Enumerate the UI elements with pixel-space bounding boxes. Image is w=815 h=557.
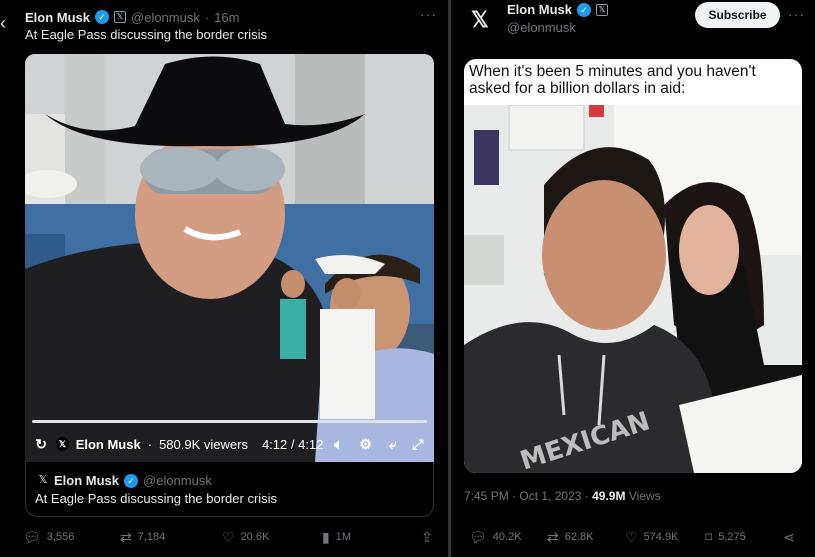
minimize-icon[interactable]: ⤶ (385, 436, 401, 453)
right-tweet-pane: 𝕏 Elon Musk ✓ 𝕏 @elonmusk Subscribe ··· … (451, 0, 815, 557)
x-logo-icon: 𝕏 (596, 3, 609, 16)
tweet-date[interactable]: Oct 1, 2023 (519, 489, 581, 503)
like-count: 574.9K (643, 531, 679, 543)
left-tweet-pane: ‹ Elon Musk ✓ 𝕏 @elonmusk · 16m ··· At E… (0, 0, 448, 557)
views-label: Views (628, 489, 661, 503)
verified-badge-icon: ✓ (95, 10, 110, 24)
tweet-header: Elon Musk ✓ 𝕏 @elonmusk · 16m (25, 9, 240, 25)
separator-dot: · (584, 489, 589, 503)
reply-count: 40.2K (492, 531, 522, 543)
share-icon: ⇪ (421, 528, 433, 545)
video-progress-bar[interactable] (32, 420, 427, 423)
video-time: 4:12 / 4:12 (261, 436, 324, 452)
tweet-header: Elon Musk ✓ 𝕏 (507, 2, 609, 17)
meme-photo: MEXICAN (464, 105, 802, 473)
repost-count: 7,184 (137, 531, 166, 543)
author-handle[interactable]: @elonmusk (507, 20, 576, 35)
verified-badge-icon: ✓ (577, 2, 592, 17)
reply-count: 3,556 (46, 531, 75, 543)
x-logo-icon: 𝕏 (114, 11, 127, 23)
gear-icon[interactable]: ⚙ (358, 436, 374, 453)
verified-badge-icon: ✓ (124, 473, 139, 488)
separator-dot: · (204, 9, 210, 25)
like-count: 20.6K (240, 531, 270, 543)
tweet-text: At Eagle Pass discussing the border cris… (25, 27, 268, 42)
tweet-metadata: 7:45 PM · Oct 1, 2023 · 49.9M Views (464, 489, 661, 503)
author-name[interactable]: Elon Musk (25, 10, 90, 25)
repost-icon: ⇄ (547, 528, 559, 545)
x-logo-icon: 𝕏 (56, 437, 69, 451)
bookmark-icon: ⌑ (705, 528, 713, 545)
tweet-time[interactable]: 7:45 PM (464, 489, 509, 503)
share-button[interactable]: ⇪ (421, 529, 433, 546)
reply-icon: 💬︎ (23, 528, 41, 545)
bookmark-count: 5,275 (718, 531, 746, 543)
heart-icon: ♡ (222, 528, 235, 545)
view-count: 1M (335, 531, 351, 543)
repost-count: 62.8K (564, 531, 594, 543)
meme-caption: When it's been 5 minutes and you haven't… (469, 63, 756, 97)
x-logo-icon: 𝕏 (38, 473, 48, 486)
view-total: 49.9M (592, 489, 626, 503)
reply-button[interactable]: 💬︎ 3,556 (23, 529, 74, 546)
reply-button[interactable]: 💬︎ 40.2K (469, 529, 522, 546)
tweet-action-bar: 💬︎ 40.2K ⇄ 62.8K ♡ 574.9K ⌑ 5,275 ⋖ (451, 528, 815, 546)
video-frame-image (25, 54, 434, 462)
author-name[interactable]: Elon Musk (507, 2, 572, 17)
heart-icon: ♡ (625, 528, 638, 545)
fullscreen-icon[interactable]: ⤢ (410, 436, 426, 453)
quoted-tweet-card[interactable]: 𝕏 Elon Musk ✓ @elonmusk At Eagle Pass di… (25, 462, 434, 517)
video-channel-name: Elon Musk (75, 436, 141, 452)
reply-icon: 💬︎ (469, 528, 487, 545)
quoted-tweet-text: At Eagle Pass discussing the border cris… (35, 491, 278, 506)
bookmark-button[interactable]: ⌑ 5,275 (705, 529, 746, 546)
share-button[interactable]: ⋖ (783, 529, 795, 546)
share-icon: ⋖ (783, 528, 795, 545)
repost-button[interactable]: ⇄ 7,184 (120, 529, 165, 546)
repost-button[interactable]: ⇄ 62.8K (547, 529, 593, 546)
more-options-button[interactable]: ··· (420, 6, 437, 22)
like-button[interactable]: ♡ 574.9K (625, 529, 678, 546)
video-player[interactable]: ↻ 𝕏 Elon Musk · 580.9K viewers 4:12 / 4:… (25, 54, 434, 462)
video-controls: ↻ 𝕏 Elon Musk · 580.9K viewers 4:12 / 4:… (33, 434, 426, 454)
separator-dot: · (512, 489, 517, 503)
volume-icon[interactable]: 🔈︎ (330, 436, 346, 453)
repost-icon: ⇄ (120, 528, 132, 545)
more-options-button[interactable]: ··· (788, 6, 805, 22)
like-button[interactable]: ♡ 20.6K (222, 529, 269, 546)
replay-icon[interactable]: ↻ (33, 436, 49, 453)
tweet-time[interactable]: 16m (214, 10, 239, 25)
quoted-author-name[interactable]: Elon Musk (54, 473, 119, 488)
meme-image[interactable]: When it's been 5 minutes and you haven't… (464, 59, 802, 473)
separator-dot: · (147, 436, 153, 452)
viewer-count: 580.9K viewers (159, 436, 248, 452)
views-chart-icon: ▮ (322, 528, 330, 545)
x-logo-icon[interactable]: 𝕏 (471, 7, 489, 33)
quoted-author-handle[interactable]: @elonmusk (143, 473, 212, 488)
views-button[interactable]: ▮ 1M (322, 529, 351, 546)
subscribe-button[interactable]: Subscribe (695, 2, 780, 28)
chevron-left-icon[interactable]: ‹ (0, 14, 6, 32)
quoted-tweet-header: 𝕏 Elon Musk ✓ @elonmusk (37, 473, 212, 488)
author-handle[interactable]: @elonmusk (131, 10, 200, 25)
